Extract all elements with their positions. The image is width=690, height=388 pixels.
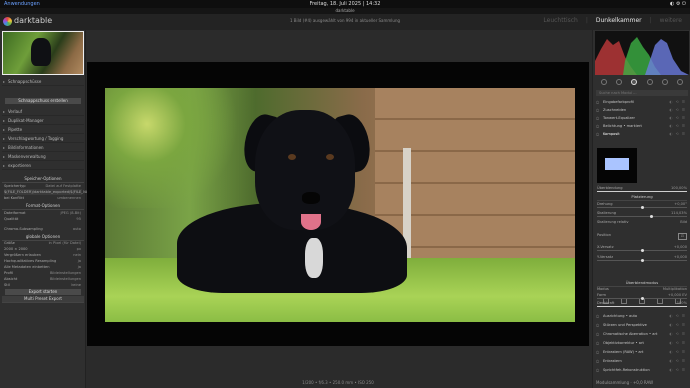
module-search-input[interactable]: Suche nach Modul …: [596, 90, 688, 96]
module-row[interactable]: Stürzen und Perspektive◐ ⟲ ☰: [596, 322, 688, 329]
snapshots-module[interactable]: Schnappschüsse: [2, 78, 84, 86]
image-exif-statusline: 1/200 • f/6.3 • 250.0 mm • ISO 250: [302, 380, 374, 385]
os-tray-icons[interactable]: ◐ ⚙ ⏻: [670, 0, 686, 8]
edited-photo[interactable]: [105, 88, 575, 322]
format-options-title: Format-Optionen: [2, 203, 84, 210]
view-lighttable[interactable]: Leuchttisch: [543, 17, 577, 24]
group-color-icon[interactable]: [646, 79, 653, 85]
rotation-slider[interactable]: Drehung +0,00°: [597, 202, 687, 209]
global-row[interactable]: Stil keine: [4, 282, 82, 288]
module-color-picker[interactable]: Pipette: [2, 126, 84, 134]
create-snapshot-button[interactable]: Schnappschuss erstellen: [5, 98, 81, 104]
navigation-thumbnail[interactable]: [2, 31, 84, 75]
module-mask-manager[interactable]: Maskenverwaltung: [2, 153, 84, 161]
os-clock[interactable]: Freitag, 18. Juli 2025 | 14:32: [0, 0, 690, 8]
placement-title: Platzierung: [597, 194, 687, 201]
module-export[interactable]: exportieren: [2, 162, 84, 170]
module-image-info[interactable]: Bildinformationen: [2, 144, 84, 152]
group-effect-icon[interactable]: [677, 79, 684, 85]
darktable-logo-icon: [3, 17, 12, 26]
module-collection-status[interactable]: Modulsammlung · +0,0 RAW: [592, 378, 690, 388]
module-history[interactable]: Verlauf: [2, 108, 84, 116]
blend-fulcrum-slider[interactable]: Form +0,000 EV: [597, 293, 687, 300]
module-row[interactable]: Sprichtfeh-Rekonstruktion◐ ⟲ ☰: [596, 367, 688, 374]
module-group-tabs: [596, 76, 688, 88]
y-offset-slider[interactable]: Y-Versatz +0,000: [597, 255, 687, 262]
histogram[interactable]: [595, 31, 689, 75]
x-offset-slider[interactable]: X-Versatz +0,000: [597, 245, 687, 252]
left-panel: Schnappschüsse Schnappschuss erstellen V…: [0, 30, 95, 388]
multi-preset-export-button[interactable]: Multi Preset Export: [2, 296, 84, 303]
module-row[interactable]: Tonwert-Equalizer◐ ⟲ ☰: [596, 115, 688, 122]
composite-preview: [597, 148, 637, 183]
module-duplicate-manager[interactable]: Duplikat-Manager: [2, 117, 84, 125]
blend-opacity-slider[interactable]: Deckkraft 100%: [597, 301, 687, 307]
storage-row[interactable]: bei Konflikt umbenennen: [4, 195, 82, 201]
os-top-bar: Anwendungen Freitag, 18. Juli 2025 | 14:…: [0, 0, 690, 8]
module-tagging[interactable]: Verschlagwortung / Tagging: [2, 135, 84, 143]
export-button[interactable]: Export starten: [5, 289, 81, 295]
module-row[interactable]: Belichtung • markiert◐ ⟲ ☰: [596, 123, 688, 130]
module-row[interactable]: Entrastern◐ ⟲ ☰: [596, 358, 688, 365]
module-row[interactable]: Entrastern (RAW) • art◐ ⟲ ☰: [596, 349, 688, 356]
module-row[interactable]: Eingabefarbprofil◐ ⟲ ☰: [596, 99, 688, 106]
opacity-slider[interactable]: Überblendung 100,00%: [597, 186, 687, 192]
blend-title: Überblendmodus: [597, 280, 687, 287]
darktable-header: darktable 1 Bild (#4) ausgewählt von 994…: [0, 14, 690, 30]
collection-info: 1 Bild (#4) ausgewählt von 994 in aktuel…: [289, 18, 401, 23]
position-select[interactable]: Position ⊡: [597, 233, 687, 243]
darkroom-canvas[interactable]: [87, 62, 589, 346]
module-row[interactable]: Objektivkorrektur • art◐ ⟲ ☰: [596, 340, 688, 347]
group-correct-icon[interactable]: [661, 79, 668, 85]
module-row-composite[interactable]: Komposit◐ ⟲ ☰: [596, 131, 688, 138]
app-name: darktable: [14, 16, 53, 25]
group-tone-icon[interactable]: [631, 79, 638, 85]
group-base-icon[interactable]: [615, 79, 622, 85]
view-switcher: Leuchttisch | Dunkelkammer | weitere: [543, 17, 682, 24]
view-darkroom[interactable]: Dunkelkammer: [596, 17, 642, 24]
scale-slider[interactable]: Skalierung 114,03%: [597, 211, 687, 218]
view-other[interactable]: weitere: [660, 17, 682, 24]
module-row[interactable]: Ausrichtung • auto◐ ⟲ ☰: [596, 313, 688, 320]
format-row[interactable]: Qualität 95: [4, 216, 82, 222]
module-row[interactable]: Chromatische Aberration • art◐ ⟲ ☰: [596, 331, 688, 338]
module-row[interactable]: Zuschneiden◐ ⟲ ☰: [596, 107, 688, 114]
group-active-icon[interactable]: [600, 79, 607, 85]
right-panel: Suche nach Modul … Eingabefarbprofil◐ ⟲ …: [592, 30, 690, 388]
format-row[interactable]: Chroma-Subsampling auto: [4, 226, 82, 232]
storage-options-title: Speicher-Optionen: [2, 176, 84, 183]
scale-relative-select[interactable]: Skalierung relativ Bild: [597, 220, 687, 226]
